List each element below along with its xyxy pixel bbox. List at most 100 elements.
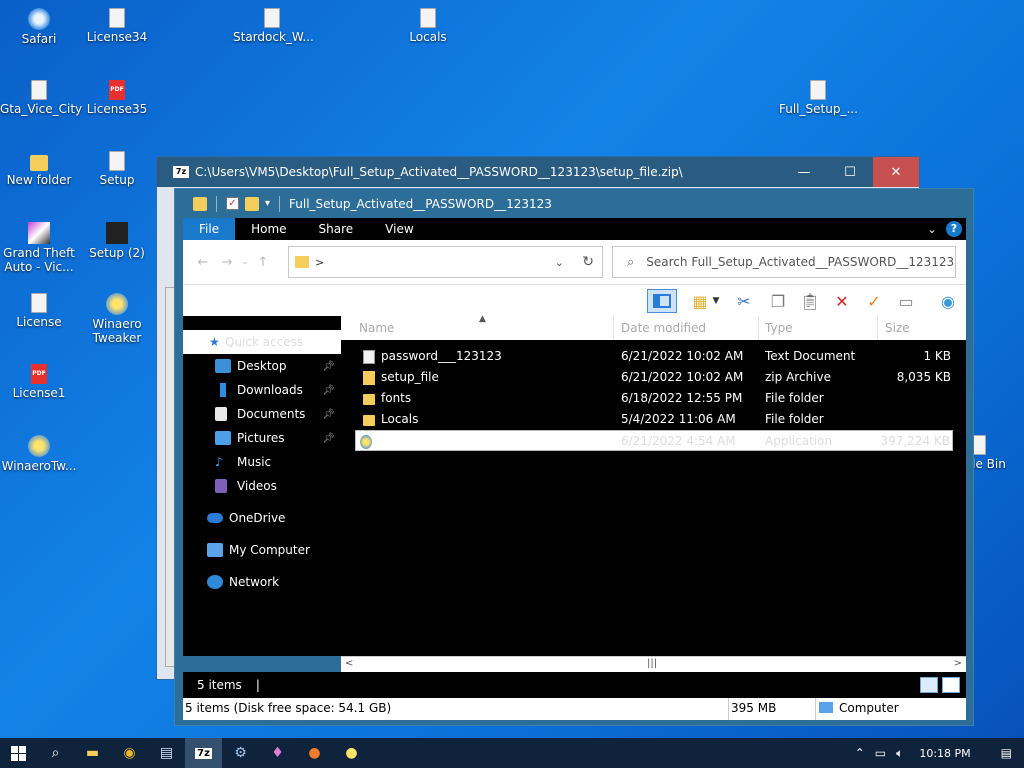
paste-icon[interactable]: 📋︎ [797,289,823,313]
table-row[interactable]: 6/21/2022 4:54 AM Application 397,224 KB [355,430,953,451]
recent-locations-icon[interactable]: ⌄ [239,257,251,267]
pin-icon[interactable]: 📌︎ [322,385,335,396]
desktop-icon-gta-vice-city[interactable]: Gta_Vice_City [0,80,82,116]
taskbar: ⌕ ▬ ◉ ▤ 7z ⚙ ♦ ● ● ⌃ ▭ 🔈︎ 10:18 PM ▤ [0,738,1024,768]
chevron-up-icon[interactable]: ⌃ [855,746,865,760]
item-count: 5 items [197,678,242,692]
notepad-icon[interactable]: ▤ [148,738,185,768]
gta-icon[interactable]: ♦ [259,738,296,768]
desktop-icon-setup[interactable]: Setup [78,151,156,187]
tab-file[interactable]: File [183,218,236,240]
tab-share[interactable]: Share [303,218,370,240]
desktop-icon-license1[interactable]: PDF License1 [0,364,78,400]
search-icon[interactable]: ⌕ [37,738,74,768]
desktop-icon-license35[interactable]: PDF License35 [78,80,156,116]
pin-icon[interactable]: 📌︎ [322,433,335,444]
expand-ribbon-icon[interactable]: ⌄ [922,218,942,240]
chrome-icon[interactable]: ◉ [111,738,148,768]
forward-arrow-icon[interactable]: → [215,255,239,270]
delete-icon[interactable]: ✕ [829,289,855,313]
star-icon: ★ [209,335,220,349]
large-icons-view-button[interactable] [942,677,960,693]
nav-item-onedrive[interactable]: OneDrive [183,506,341,530]
firefox-icon[interactable]: ● [296,738,333,768]
file-explorer-icon[interactable]: ▬ [74,738,111,768]
start-button[interactable] [0,738,37,768]
desktop-icon-winaerotw[interactable]: WinaeroTw... [0,435,78,473]
nav-item-documents[interactable]: Documents 📌︎ [183,402,341,426]
desktop-icon-safari[interactable]: Safari [0,8,78,46]
chevron-down-icon[interactable]: ▼ [709,289,723,313]
close-button[interactable]: ✕ [873,157,919,187]
column-name[interactable]: Name [359,321,394,335]
tab-view[interactable]: View [369,218,429,240]
nav-item-network[interactable]: Network [183,570,341,594]
system-tray: ⌃ ▭ 🔈︎ 10:18 PM ▤ [855,738,1024,768]
column-date-modified[interactable]: Date modified [621,321,706,335]
desktop-icon-setup2[interactable]: Setup (2) [78,222,156,260]
desktop-icon-winaero-tweaker[interactable]: Winaero Tweaker [78,293,156,345]
sevenzip-titlebar[interactable]: 7z C:\Users\VM5\Desktop\Full_Setup_Activ… [157,157,919,187]
column-size[interactable]: Size [885,321,910,335]
back-arrow-icon[interactable]: ← [191,255,215,270]
shell-icon[interactable]: ◉ [935,289,961,313]
breadcrumb-chevron[interactable]: > [315,256,324,269]
scroll-right-icon[interactable]: > [954,658,962,669]
horizontal-scrollbar[interactable]: < ||| > [341,656,966,672]
properties-icon[interactable]: ✓ [226,197,239,210]
explorer-window[interactable]: ✓ ▾ Full_Setup_Activated__PASSWORD__1231… [174,188,974,726]
desktop-icon-stardock[interactable]: Stardock_W... [233,8,314,44]
cut-icon[interactable]: ✂ [731,289,757,313]
nav-quick-access[interactable]: ★ Quick access [183,330,341,354]
winaero-icon[interactable]: ● [333,738,370,768]
scroll-thumb[interactable]: ||| [647,658,657,669]
tab-home[interactable]: Home [235,218,302,240]
search-input[interactable]: ⌕ Search Full_Setup_Activated__PASSWORD_… [612,246,956,278]
up-arrow-icon[interactable]: ↑ [251,255,275,270]
document-icon [810,80,826,100]
customize-quick-access-icon[interactable]: ▾ [265,198,270,209]
check-icon[interactable]: ✓ [861,289,887,313]
document-icon [264,8,280,28]
pin-icon[interactable]: 📌︎ [322,409,335,420]
nav-item-videos[interactable]: Videos [183,474,341,498]
table-row[interactable]: setup_file 6/21/2022 10:02 AM zip Archiv… [355,367,953,388]
copy-icon[interactable]: ❐ [765,289,791,313]
column-type[interactable]: Type [765,321,793,335]
help-icon[interactable]: ? [946,221,962,237]
table-row[interactable]: Locals 5/4/2022 11:06 AM File folder [355,409,953,430]
explorer-titlebar[interactable]: ✓ ▾ Full_Setup_Activated__PASSWORD__1231… [175,189,973,218]
desktop-icon-locals[interactable]: Locals [389,8,467,44]
nav-item-downloads[interactable]: Downloads 📌︎ [183,378,341,402]
volume-icon[interactable]: 🔈︎ [896,746,903,761]
table-row[interactable]: fonts 6/18/2022 12:55 PM File folder [355,388,953,409]
rename-icon[interactable]: ▭ [893,289,919,313]
settings-icon[interactable]: ⚙ [222,738,259,768]
desktop-icon-gta[interactable]: Grand Theft Auto - Vic... [0,222,78,274]
nav-item-pictures[interactable]: Pictures 📌︎ [183,426,341,450]
network-icon[interactable]: ▭ [875,746,886,760]
table-row[interactable]: password___123123 6/21/2022 10:02 AM Tex… [355,346,953,367]
chevron-down-icon[interactable]: ⌄ [555,256,564,269]
pin-icon[interactable]: 📌︎ [322,361,335,372]
preview-pane-icon[interactable] [647,289,677,313]
maximize-button[interactable]: ☐ [827,157,873,187]
new-folder-icon[interactable] [245,196,259,211]
details-view-button[interactable] [920,677,938,693]
safari-icon [28,8,50,30]
refresh-icon[interactable]: ↻ [582,254,594,270]
nav-item-music[interactable]: ♪ Music [183,450,341,474]
sevenzip-taskbar-icon[interactable]: 7z [185,738,222,768]
address-input[interactable]: > ⌄ ↻ [288,246,603,278]
minimize-button[interactable]: — [781,157,827,187]
notifications-icon[interactable]: ▤ [1001,746,1012,760]
desktop-icon-full-setup[interactable]: Full_Setup_... [779,80,858,116]
desktop-icon-new-folder[interactable]: New folder [0,151,78,187]
desktop-icon-license34[interactable]: License34 [78,8,156,44]
desktop-icon-license[interactable]: License [0,293,78,329]
nav-item-desktop[interactable]: Desktop 📌︎ [183,354,341,378]
nav-item-my-computer[interactable]: My Computer [183,538,341,562]
clock[interactable]: 10:18 PM [919,747,970,760]
application-icon [360,435,372,449]
scroll-left-icon[interactable]: < [345,658,353,669]
